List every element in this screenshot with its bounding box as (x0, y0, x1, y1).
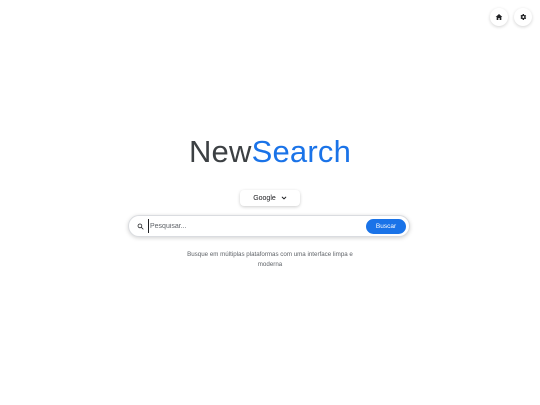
logo: NewSearch (0, 132, 540, 172)
page: NewSearch Google Buscar Busque em múltip… (0, 0, 540, 405)
engine-select-value: Google (253, 194, 276, 202)
logo-part2: Search (251, 134, 352, 169)
search-icon (135, 221, 145, 231)
description-text: Busque em múltiplas plataformas com uma … (187, 251, 353, 268)
logo-part1: New (188, 134, 252, 169)
engine-select[interactable]: Google (240, 190, 300, 206)
home-icon (495, 13, 503, 21)
home-button[interactable] (490, 8, 508, 26)
search-input[interactable] (148, 219, 366, 233)
search-button[interactable]: Buscar (366, 218, 406, 234)
top-icons (490, 8, 532, 26)
gear-icon (519, 13, 527, 21)
search-box: Buscar (128, 215, 410, 237)
settings-button[interactable] (514, 8, 532, 26)
chevron-down-icon (281, 195, 287, 201)
